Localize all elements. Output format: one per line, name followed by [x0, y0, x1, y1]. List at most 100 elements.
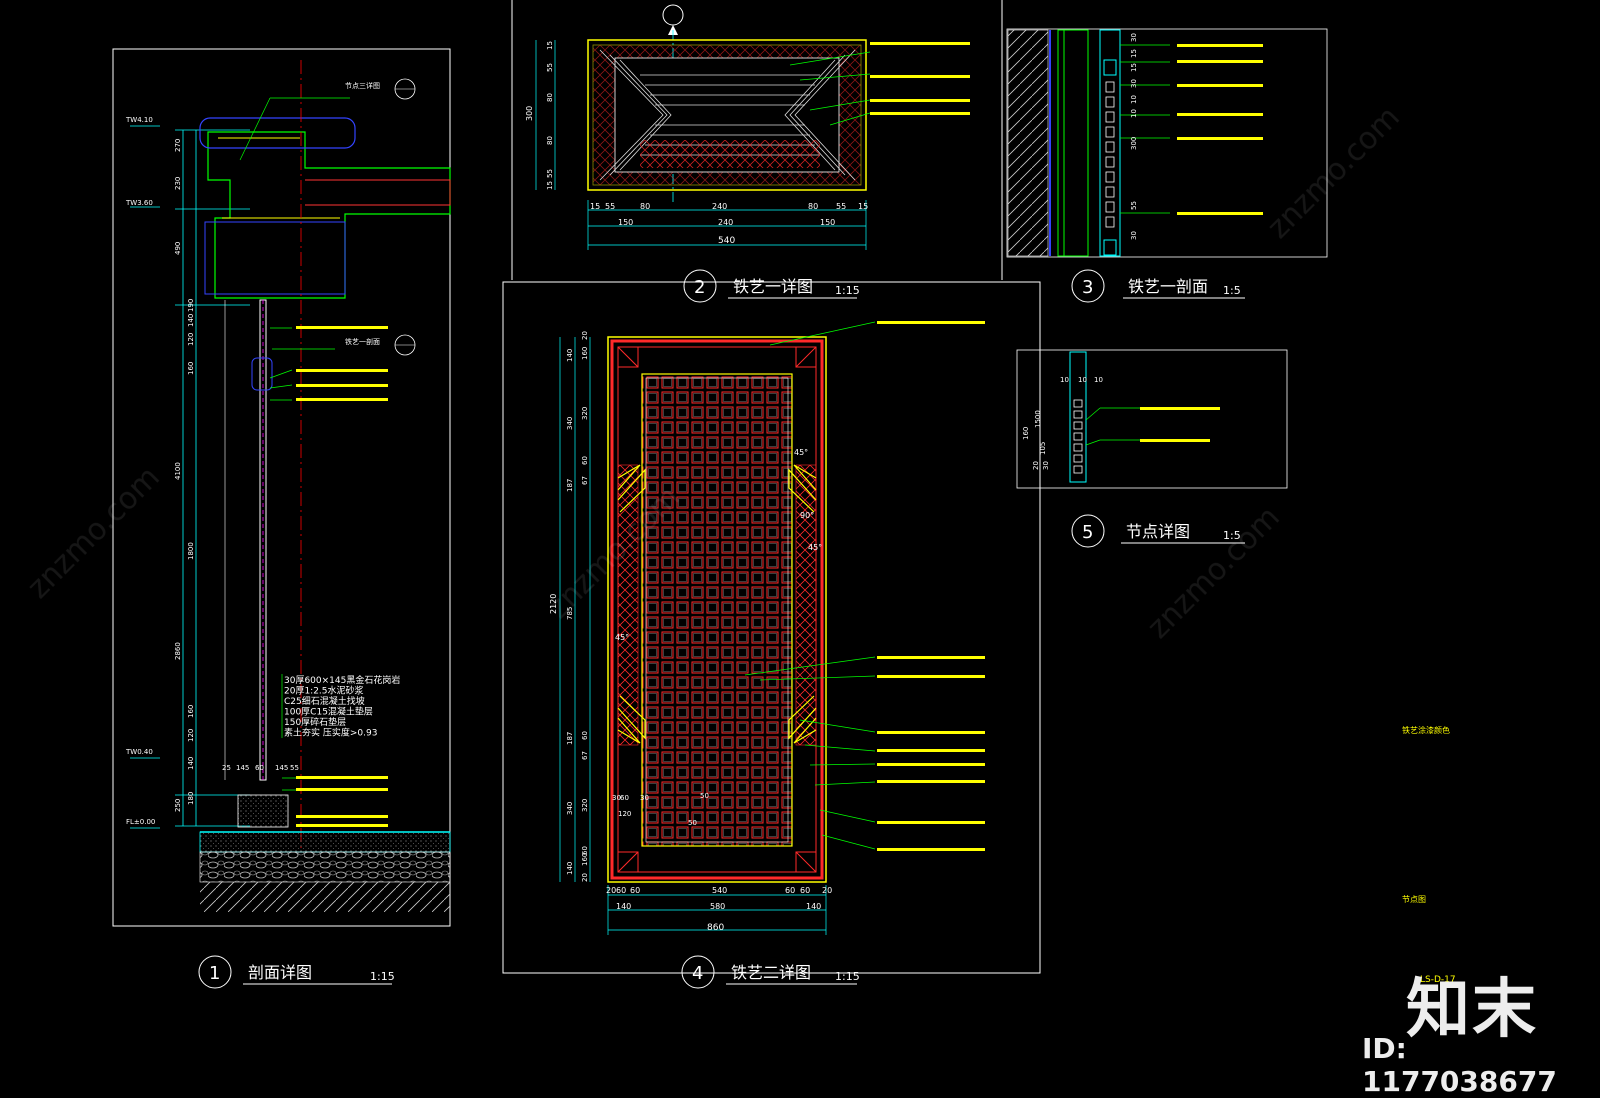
panel-number: 5 — [1082, 522, 1093, 543]
section-small-notes — [296, 326, 388, 827]
dim-label: 50 — [688, 819, 697, 827]
panel-4-iron-art-2: 20 60 60 540 60 60 20 140 580 140 860 1403401877… — [502, 281, 1041, 974]
dim-label: 120 — [187, 333, 195, 346]
dim-label: 10 — [1130, 95, 1138, 104]
panel-number: 1 — [209, 963, 220, 984]
panel-number: 4 — [692, 963, 703, 984]
dim-label: 20 — [822, 886, 832, 895]
dim-label: 10 — [1094, 376, 1103, 384]
detail-4-dims-bottom: 20 60 60 540 60 60 20 — [606, 886, 832, 895]
ladder-cell — [1073, 454, 1083, 463]
dim-label: 160 — [581, 853, 589, 866]
ladder-cell — [1073, 410, 1083, 419]
angle-label: 90° — [800, 511, 814, 520]
dim-label: 160 — [1022, 427, 1030, 440]
panel-scale: 1:15 — [370, 970, 395, 983]
dim-label: 300 — [1130, 137, 1138, 150]
svg-text:znzmo.com: znzmo.com — [1261, 100, 1407, 246]
section-wall-cap — [199, 117, 451, 299]
section-foundation — [199, 794, 451, 912]
dim-label: 55 — [605, 202, 615, 211]
dim-label: 30 — [1130, 231, 1138, 240]
elevation-tw040: TW0.40 — [125, 748, 153, 756]
ladder-cell — [1105, 216, 1115, 228]
dim-label: 145 — [236, 764, 249, 772]
ladder-cell — [1073, 465, 1083, 474]
dim-label: 60 — [800, 886, 810, 895]
dim-label: 10 — [1130, 109, 1138, 118]
section-marker-icon — [662, 4, 684, 26]
section-layer-notes: 30厚600×145黑金石花岗岩20厚1:2.5水泥砂浆C25细石混凝土找坡10… — [284, 674, 400, 739]
dim-label: 340 — [566, 417, 574, 430]
dim-label: 240 — [712, 202, 727, 211]
dim-label: 67 — [581, 751, 589, 760]
dim-label: 140 — [806, 902, 821, 911]
dim-label: 320 — [581, 799, 589, 812]
dim-label: 20 — [1032, 461, 1040, 470]
ladder-cell — [1105, 201, 1115, 213]
ref-top-label: 节点三详图 — [345, 81, 380, 90]
dim-label: 67 — [581, 476, 589, 485]
elevation-tw410: TW4.10 — [125, 116, 153, 124]
dim-label: 187 — [566, 479, 574, 492]
dim-label: 80 — [640, 202, 650, 211]
dim-label: 120 — [187, 729, 195, 742]
panel-2-iron-art-1: 15 55 80 240 80 55 15 150 240 150 540 15 55 80 80 55… — [511, 0, 1003, 280]
section-ref-circles — [394, 78, 416, 356]
panel-title: 铁艺一剖面 — [1128, 277, 1208, 296]
dim-label: 60 — [255, 764, 264, 772]
dim-label: 160 — [187, 362, 195, 375]
ladder-cell — [1105, 111, 1115, 123]
dim-label: 140 — [187, 757, 195, 770]
angle-label: 45° — [615, 633, 629, 642]
dim-label: 340 — [566, 802, 574, 815]
section-dims-bottom: 25 145 60 145 55 — [222, 764, 299, 772]
ladder-cell — [1105, 96, 1115, 108]
dim-label: 30 — [640, 794, 649, 802]
detail-2-dim-height: 300 — [525, 106, 534, 121]
dim-label: 50 — [700, 792, 709, 800]
detail-3-ladder — [1105, 81, 1115, 228]
dim-label: 15 — [1130, 49, 1138, 58]
dim-label: 580 — [710, 902, 725, 911]
dim-label: 60 — [581, 456, 589, 465]
dim-label: 60 — [620, 794, 629, 802]
panel-number: 2 — [694, 277, 705, 298]
image-id-watermark: ID: 1177038677 — [1362, 1032, 1557, 1098]
dim-label: 180 — [187, 792, 195, 805]
detail-5-ladder — [1073, 399, 1083, 474]
panel-title: 铁艺一详图 — [733, 277, 813, 296]
dim-label: 160 — [581, 347, 589, 360]
dim-label: 230 — [174, 177, 182, 190]
elevation-fl000: FL±0.00 — [126, 818, 155, 826]
dim-label: 4100 — [174, 462, 182, 480]
dim-label: 540 — [712, 886, 727, 895]
layer-note: 素土夯实 压实度>0.93 — [284, 727, 377, 739]
dim-label: 20 — [581, 331, 589, 340]
detail-4-dim-total: 860 — [707, 923, 724, 933]
ladder-cell — [1105, 126, 1115, 138]
dim-label: 140 — [566, 862, 574, 875]
dim-label: 250 — [174, 799, 182, 812]
dim-label: 190 — [187, 299, 195, 312]
dim-label: 55 — [1130, 201, 1138, 210]
dim-label: 30 — [1042, 461, 1050, 470]
ladder-cell — [1073, 421, 1083, 430]
angle-label: 45° — [808, 543, 822, 552]
panel-title: 铁艺二详图 — [731, 963, 811, 982]
dim-label: 15 — [590, 202, 600, 211]
legend-paint-color: 铁艺涂漆颜色 — [1402, 725, 1450, 735]
dim-label: 140 — [616, 902, 631, 911]
dim-label: 25 — [222, 764, 231, 772]
dim-label: 140 — [187, 314, 195, 327]
legend-node: 节点图 — [1402, 895, 1426, 904]
svg-text:znzmo.com: znzmo.com — [21, 460, 167, 606]
cad-drawing: 节点三详图 铁艺一剖面 TW4.10 TW3.60 TW0.40 FL±0.00… — [21, 0, 1456, 989]
dim-label: 30 — [1130, 79, 1138, 88]
layer-note: 150厚碎石垫层 — [284, 716, 346, 728]
ladder-cell — [1105, 156, 1115, 168]
detail-2-dims-left: 15 55 80 80 55 15 — [546, 41, 554, 190]
dim-label: 60 — [581, 731, 589, 740]
dim-label: 2860 — [174, 642, 182, 660]
dim-label: 15 — [1130, 63, 1138, 72]
